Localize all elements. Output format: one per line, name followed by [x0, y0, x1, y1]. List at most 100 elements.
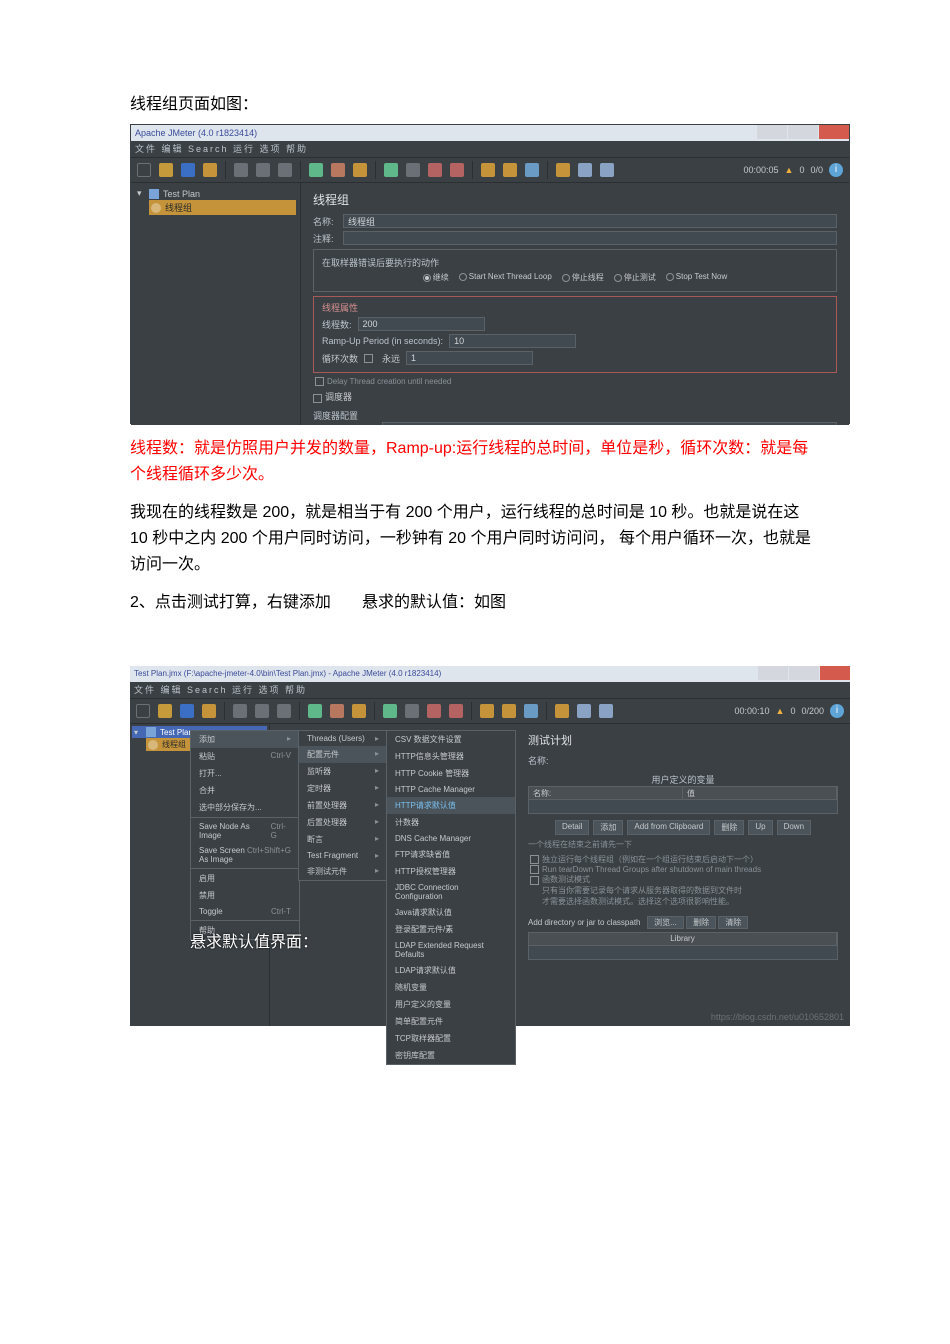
submenu-item[interactable]: Test Fragment▸	[299, 848, 387, 863]
cp-delete-button[interactable]: 删除	[686, 916, 716, 929]
remote-stop-icon[interactable]	[503, 163, 517, 177]
browse-button[interactable]: 浏览...	[647, 916, 684, 929]
run-consecutively-checkbox[interactable]	[530, 855, 539, 864]
minimize-button[interactable]	[758, 666, 788, 680]
config-element-item[interactable]: 密钥库配置	[387, 1047, 515, 1064]
detail-button[interactable]: Detail	[555, 820, 589, 835]
tree-thread-group[interactable]: 线程组	[149, 200, 296, 215]
submenu-item[interactable]: 断言▸	[299, 831, 387, 848]
radio-continue[interactable]	[423, 274, 431, 282]
config-element-item[interactable]: HTTP Cookie 管理器	[387, 765, 515, 782]
threads-input[interactable]	[358, 317, 485, 331]
new-icon[interactable]	[136, 704, 150, 718]
submenu-item[interactable]: 前置处理器▸	[299, 797, 387, 814]
delete-button[interactable]: 删除	[714, 820, 744, 835]
delay-thread-checkbox[interactable]	[315, 377, 324, 386]
submenu-item[interactable]: 定时器▸	[299, 780, 387, 797]
add-clipboard-button[interactable]: Add from Clipboard	[627, 820, 710, 835]
toggle-icon[interactable]	[352, 704, 366, 718]
config-element-item[interactable]: 用户定义的变量	[387, 996, 515, 1013]
config-element-item[interactable]: DNS Cache Manager	[387, 831, 515, 846]
cut-icon[interactable]	[233, 704, 247, 718]
context-item[interactable]: ToggleCtrl-T	[191, 904, 299, 919]
comments-input[interactable]	[343, 231, 837, 245]
shutdown-icon[interactable]	[450, 163, 464, 177]
log-toggle-icon[interactable]: i	[829, 163, 843, 177]
start-icon[interactable]	[384, 163, 398, 177]
start-icon[interactable]	[383, 704, 397, 718]
config-element-item[interactable]: 简单配置元件	[387, 1013, 515, 1030]
submenu-item[interactable]: Threads (Users)▸	[299, 731, 387, 746]
ramp-input[interactable]	[449, 334, 576, 348]
close-button[interactable]	[819, 125, 849, 139]
context-item[interactable]: 粘贴Ctrl-V	[191, 748, 299, 765]
radio-stop-now[interactable]	[666, 273, 674, 281]
clear-icon[interactable]	[556, 163, 570, 177]
config-element-item[interactable]: CSV 数据文件设置	[387, 731, 515, 748]
paste-icon[interactable]	[277, 704, 291, 718]
radio-stop-test[interactable]	[614, 274, 622, 282]
remote-shutdown-icon[interactable]	[525, 163, 539, 177]
udv-table-body[interactable]	[528, 800, 838, 814]
radio-start-next[interactable]	[459, 273, 467, 281]
open-icon[interactable]	[159, 163, 173, 177]
menubar[interactable]: 文件 编辑 Search 运行 选项 帮助	[131, 141, 849, 157]
collapse-icon[interactable]	[330, 704, 344, 718]
remote-shutdown-icon[interactable]	[524, 704, 538, 718]
stop-icon[interactable]	[428, 163, 442, 177]
down-button[interactable]: Down	[777, 820, 811, 835]
config-element-item[interactable]: 登录配置元件/素	[387, 921, 515, 938]
tree-toggle-icon[interactable]: ▾	[134, 728, 142, 737]
templates-icon[interactable]	[202, 704, 216, 718]
close-button[interactable]	[820, 666, 850, 680]
log-toggle-icon[interactable]: i	[830, 704, 844, 718]
menubar[interactable]: 文件 编辑 Search 运行 选项 帮助	[130, 682, 850, 698]
expand-icon[interactable]	[309, 163, 323, 177]
open-icon[interactable]	[158, 704, 172, 718]
remote-start-icon[interactable]	[481, 163, 495, 177]
submenu-item[interactable]: 监听器▸	[299, 763, 387, 780]
config-element-item[interactable]: 随机变量	[387, 979, 515, 996]
collapse-icon[interactable]	[331, 163, 345, 177]
config-element-item[interactable]: LDAP请求默认值	[387, 962, 515, 979]
clear-all-icon[interactable]	[578, 163, 592, 177]
clear-icon[interactable]	[555, 704, 569, 718]
paste-icon[interactable]	[278, 163, 292, 177]
config-element-item[interactable]: JDBC Connection Configuration	[387, 880, 515, 904]
copy-icon[interactable]	[256, 163, 270, 177]
copy-icon[interactable]	[255, 704, 269, 718]
scheduler-checkbox[interactable]	[313, 394, 322, 403]
function-helper-icon[interactable]	[600, 163, 614, 177]
config-element-item[interactable]: HTTP请求默认值	[387, 797, 515, 814]
templates-icon[interactable]	[203, 163, 217, 177]
context-item[interactable]: 禁用	[191, 887, 299, 904]
expand-icon[interactable]	[308, 704, 322, 718]
save-icon[interactable]	[181, 163, 195, 177]
function-helper-icon[interactable]	[599, 704, 613, 718]
context-item[interactable]: 添加▸	[191, 731, 299, 748]
remote-start-icon[interactable]	[480, 704, 494, 718]
name-input[interactable]	[343, 214, 837, 228]
context-item[interactable]: 合并	[191, 782, 299, 799]
tree-toggle-icon[interactable]: ▾	[137, 188, 145, 199]
save-icon[interactable]	[180, 704, 194, 718]
duration-input[interactable]	[382, 422, 837, 425]
context-item[interactable]: 打开...	[191, 765, 299, 782]
test-tree[interactable]: ▾ Test Plan 线程组	[131, 183, 301, 425]
library-body[interactable]	[528, 946, 838, 960]
submenu-item[interactable]: 非测试元件▸	[299, 863, 387, 880]
toggle-icon[interactable]	[353, 163, 367, 177]
add-button[interactable]: 添加	[593, 820, 623, 835]
stop-icon[interactable]	[427, 704, 441, 718]
shutdown-icon[interactable]	[449, 704, 463, 718]
context-item[interactable]: 选中部分保存为...	[191, 799, 299, 816]
up-button[interactable]: Up	[748, 820, 772, 835]
context-item[interactable]: Save Screen As ImageCtrl+Shift+G	[191, 843, 299, 867]
cp-clear-button[interactable]: 清除	[718, 916, 748, 929]
config-element-item[interactable]: FTP请求缺省值	[387, 846, 515, 863]
context-item[interactable]: 启用	[191, 870, 299, 887]
remote-stop-icon[interactable]	[502, 704, 516, 718]
cut-icon[interactable]	[234, 163, 248, 177]
maximize-button[interactable]	[788, 125, 818, 139]
loop-input[interactable]	[406, 351, 533, 365]
